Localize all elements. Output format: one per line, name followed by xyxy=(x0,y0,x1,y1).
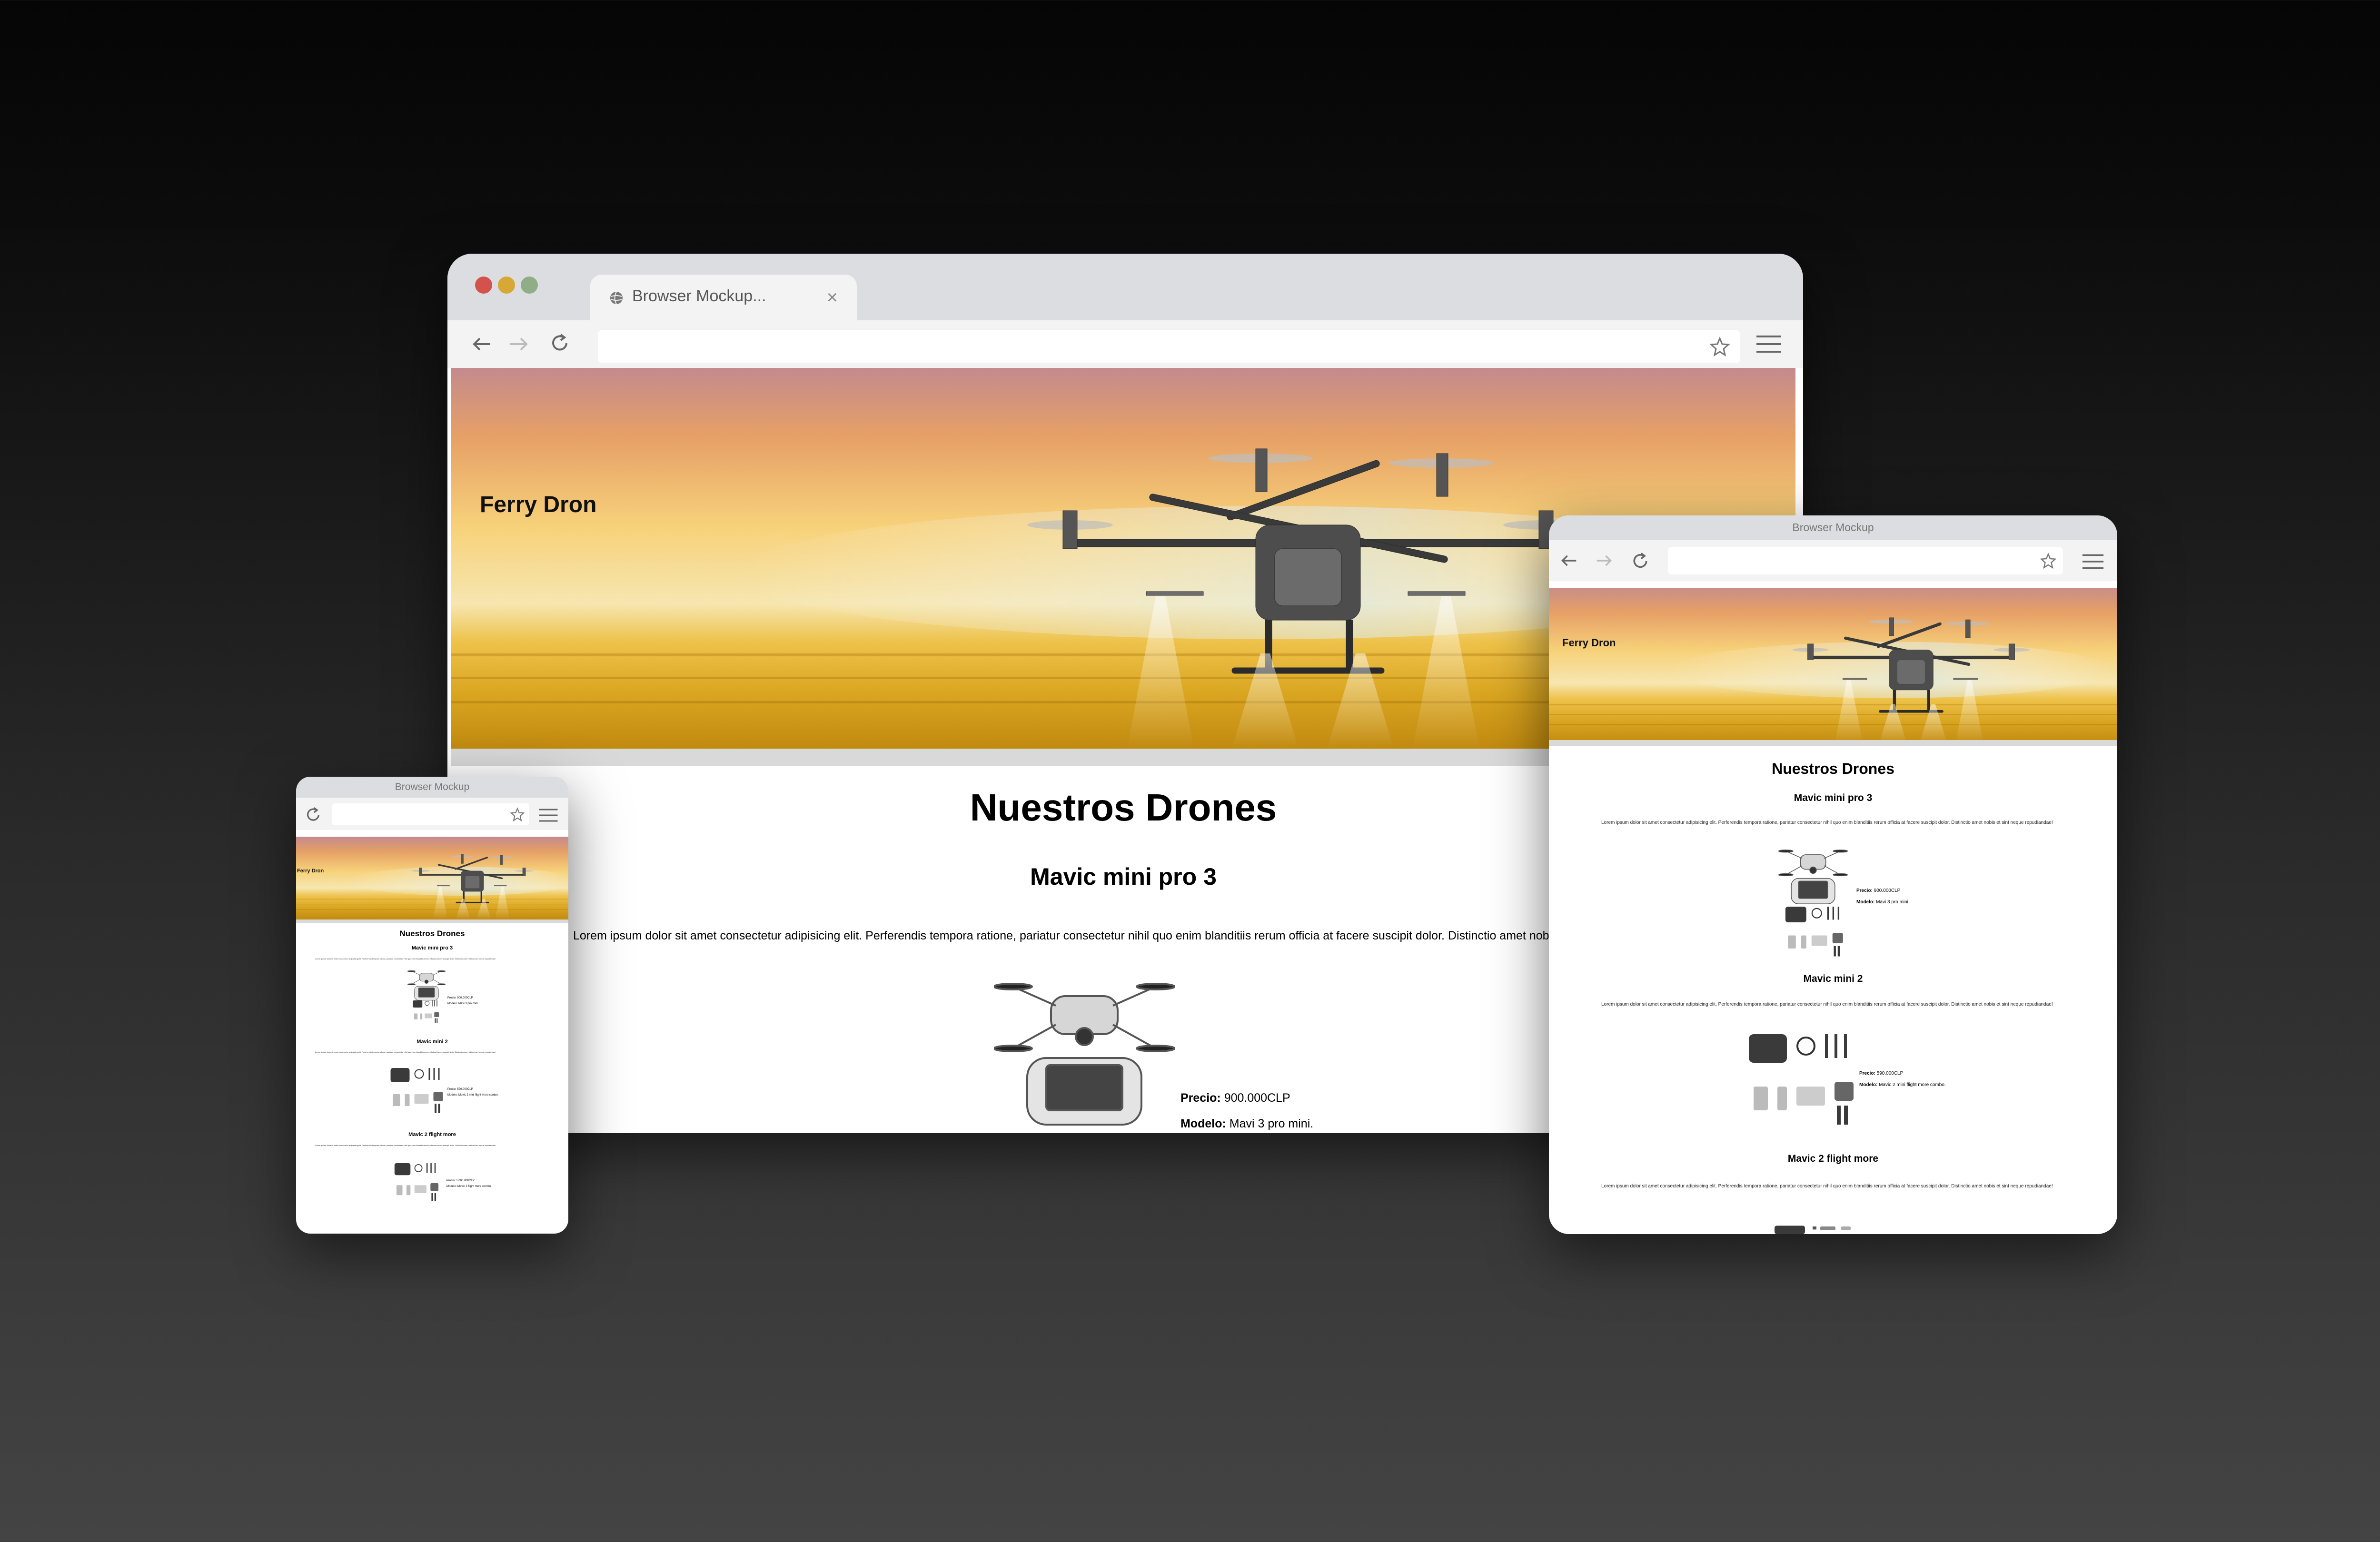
product-price: Precio: 900.000CLP xyxy=(447,997,473,999)
address-bar[interactable] xyxy=(1668,547,2063,574)
product-price: Precio: 590.000CLP xyxy=(1859,1071,1904,1076)
product-image xyxy=(1775,1226,1851,1234)
page-heading: Nuestros Drones xyxy=(399,929,465,938)
product-description: Lorem ipsum dolor sit amet consectetur a… xyxy=(1601,1002,2053,1007)
close-window-button[interactable] xyxy=(475,277,492,294)
window-title-bar: Browser Mockup xyxy=(296,777,568,798)
tab-title: Browser Mockup... xyxy=(632,287,766,305)
product-description: Lorem ipsum dolor sit amet consectetur a… xyxy=(1601,820,2053,825)
product-image xyxy=(1749,1034,1858,1129)
hero-drone-image xyxy=(296,837,568,919)
bookmark-star-icon[interactable] xyxy=(2040,553,2056,569)
product-description: Lorem ipsum dolor sit amet consectetur a… xyxy=(315,1144,496,1147)
product-description: Lorem ipsum dolor sit amet consectetur a… xyxy=(1601,1184,2053,1189)
reload-icon[interactable] xyxy=(1631,552,1650,571)
product-description: Lorem ipsum dolor sit amet consectetur a… xyxy=(315,1051,496,1053)
product-image xyxy=(1777,844,1849,906)
product-price: Precio: 590.000CLP xyxy=(447,1088,473,1091)
reload-icon[interactable] xyxy=(305,806,322,823)
product-model: Modelo: Mavi 3 pro mini. xyxy=(447,1002,479,1005)
back-arrow-icon[interactable] xyxy=(1559,553,1578,569)
tablet-browser-window: Browser Mockup Ferry Dron Nuestros Drone… xyxy=(1549,515,2117,1234)
product-price: Precio: 1.000.000CLP xyxy=(446,1179,475,1182)
close-icon[interactable]: × xyxy=(827,288,838,307)
minimize-window-button[interactable] xyxy=(498,277,515,294)
site-title[interactable]: Ferry Dron xyxy=(297,868,324,874)
browser-tab[interactable]: Browser Mockup... × xyxy=(590,275,857,322)
product-title: Mavic 2 flight more xyxy=(408,1132,456,1137)
product-image xyxy=(407,967,446,1024)
forward-arrow-icon[interactable] xyxy=(1595,553,1614,569)
hero-divider xyxy=(296,919,568,923)
product-model: Modelo: Mavic 2 mini flight more combo. xyxy=(1859,1082,1946,1087)
hamburger-menu-icon[interactable] xyxy=(1756,335,1781,354)
product-model: Modelo: Mavic 2 flight more combo. xyxy=(446,1185,492,1188)
site-title[interactable]: Ferry Dron xyxy=(480,492,596,518)
address-bar[interactable] xyxy=(598,330,1740,363)
product-accessories-image xyxy=(1777,907,1854,959)
product-model: Modelo: Mavi 3 pro mini. xyxy=(1180,1117,1314,1130)
site-title[interactable]: Ferry Dron xyxy=(1562,637,1616,649)
product-title: Mavic mini 2 xyxy=(1803,973,1863,984)
product-image xyxy=(391,1163,444,1203)
hero-divider xyxy=(1549,740,2117,746)
hero-banner xyxy=(1549,588,2117,740)
browser-toolbar xyxy=(296,798,568,830)
product-price: Precio: 900.000CLP xyxy=(1856,888,1901,893)
hamburger-menu-icon[interactable] xyxy=(539,808,558,822)
reload-icon[interactable] xyxy=(549,333,570,354)
product-image xyxy=(994,968,1175,1129)
product-model: Modelo: Mavic 2 mini flight more combo. xyxy=(447,1094,499,1097)
product-description: Lorem ipsum dolor sit amet consectetur a… xyxy=(315,958,496,960)
hero-drone-image xyxy=(1549,588,2117,740)
product-title: Mavic 2 flight more xyxy=(1787,1153,1879,1164)
window-title: Browser Mockup xyxy=(1792,521,1874,534)
product-image xyxy=(389,1068,446,1116)
product-title: Mavic mini pro 3 xyxy=(1794,792,1873,803)
forward-arrow-icon[interactable] xyxy=(508,335,529,354)
globe-icon xyxy=(610,291,623,305)
page-heading: Nuestros Drones xyxy=(1772,760,1894,777)
maximize-window-button[interactable] xyxy=(521,277,538,294)
window-title-bar: Browser Mockup xyxy=(1549,515,2117,540)
phone-browser-window: Browser Mockup Ferry Dron Nuestros Drone… xyxy=(296,777,568,1234)
browser-toolbar xyxy=(1549,540,2117,581)
browser-toolbar xyxy=(447,320,1803,368)
hero-banner xyxy=(296,837,568,919)
hamburger-menu-icon[interactable] xyxy=(2082,554,2104,570)
bookmark-star-icon[interactable] xyxy=(510,807,525,821)
bookmark-star-icon[interactable] xyxy=(1710,336,1730,356)
product-title: Mavic mini pro 3 xyxy=(411,945,453,951)
address-bar[interactable] xyxy=(332,803,529,825)
product-title: Mavic mini 2 xyxy=(416,1039,448,1045)
product-model: Modelo: Mavi 3 pro mini. xyxy=(1856,900,1910,905)
product-price: Precio: 900.000CLP xyxy=(1180,1091,1290,1105)
tab-bar: Browser Mockup... × xyxy=(447,254,1803,322)
window-title: Browser Mockup xyxy=(395,781,470,792)
back-arrow-icon[interactable] xyxy=(471,335,492,354)
